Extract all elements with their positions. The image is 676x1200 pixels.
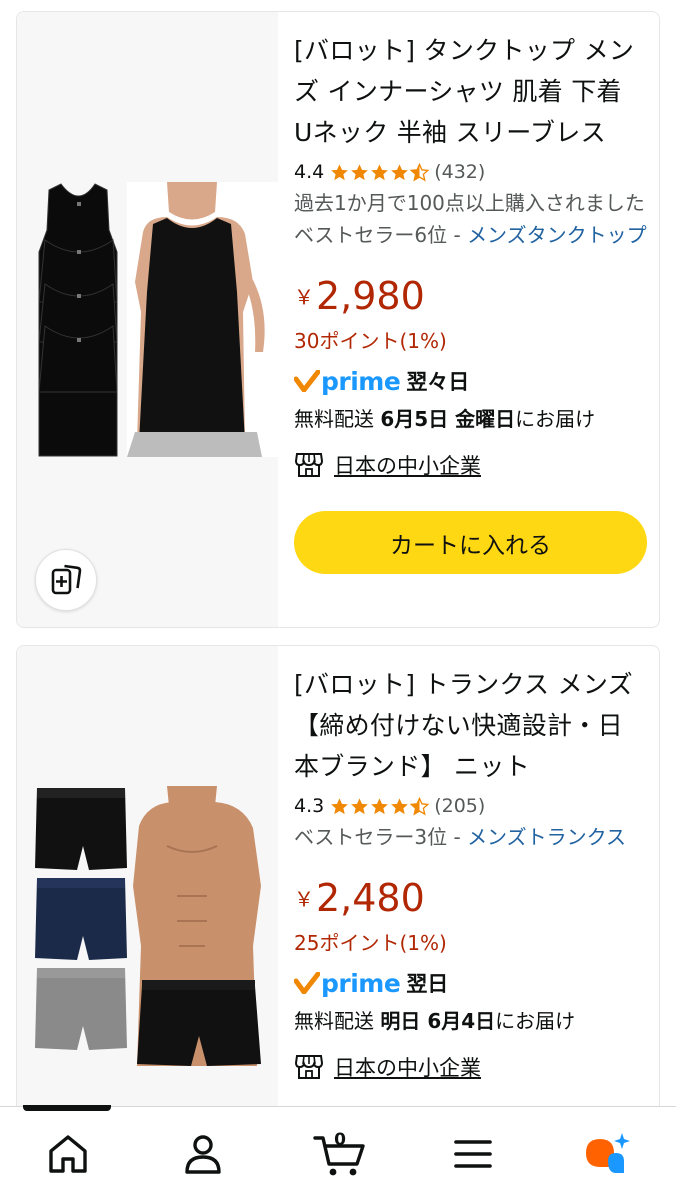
small-business-badge[interactable]: 日本の中小企業 (294, 1047, 647, 1087)
small-business-badge[interactable]: 日本の中小企業 (294, 445, 647, 485)
review-count: (205) (434, 795, 486, 817)
nav-account[interactable] (178, 1129, 228, 1179)
star-full-icon (331, 797, 349, 814)
delivery-info: 無料配送 明日 6月4日にお届け (294, 1003, 647, 1039)
price: ￥ 2,480 (294, 875, 647, 925)
product-info: [バロット] トランクス メンズ 【締め付けない快適設計・日本ブランド】 ニット… (294, 646, 647, 1087)
product-info: [バロット] タンクトップ メンズ インナーシャツ 肌着 下着 Uネック 半袖 … (294, 12, 647, 574)
delivery-date: 6月5日 金曜日 (380, 407, 516, 431)
bestseller-category-link[interactable]: メンズタンクトップ (467, 223, 647, 247)
bestseller-badge[interactable]: ベストセラー6位 - メンズタンクトップ (294, 219, 647, 251)
prime-wordmark: prime (321, 366, 401, 396)
prime-logo: prime (294, 968, 401, 998)
price: ￥ 2,980 (294, 273, 647, 323)
rating-row[interactable]: 4.3 (205) (294, 791, 647, 821)
rating-row[interactable]: 4.4 (432) (294, 157, 647, 187)
prime-check-icon (294, 972, 320, 994)
bestseller-category-link[interactable]: メンズトランクス (467, 825, 626, 849)
storefront-icon (294, 453, 324, 477)
delivery-suffix: にお届け (495, 1009, 576, 1033)
star-full-icon (391, 797, 409, 814)
bestseller-badge[interactable]: ベストセラー3位 - メンズトランクス (294, 821, 647, 853)
bestseller-rank: ベストセラー6位 - (294, 223, 468, 247)
bestseller-rank: ベストセラー3位 - (294, 825, 468, 849)
product-card[interactable]: [バロット] タンクトップ メンズ インナーシャツ 肌着 下着 Uネック 半袖 … (16, 11, 660, 628)
bought-past-month: 過去1か月で100点以上購入されました (294, 191, 645, 215)
product-title[interactable]: [バロット] トランクス メンズ 【締め付けない快適設計・日本ブランド】 ニット (294, 664, 647, 787)
prime-badge: prime 翌々日 (294, 361, 647, 401)
star-half-icon (410, 162, 430, 181)
delivery-prefix: 無料配送 (294, 1009, 381, 1033)
trunks-product-photo (35, 786, 261, 1066)
price-amount: 2,980 (316, 274, 425, 318)
price-currency: ￥ (294, 285, 314, 309)
prime-check-icon (294, 370, 320, 392)
rating-value: 4.4 (294, 161, 325, 183)
nav-rufus[interactable] (582, 1129, 632, 1179)
small-business-label[interactable]: 日本の中小企業 (334, 1052, 481, 1082)
product-card[interactable]: [バロット] トランクス メンズ 【締め付けない快適設計・日本ブランド】 ニット… (16, 645, 660, 1115)
nav-cart[interactable]: 0 (313, 1129, 367, 1179)
review-count: (432) (434, 161, 486, 183)
nav-menu[interactable] (448, 1129, 498, 1179)
delivery-info: 無料配送 6月5日 金曜日にお届け (294, 401, 647, 437)
storefront-icon (294, 1055, 324, 1079)
active-tab-indicator (23, 1105, 111, 1111)
star-half-icon (410, 796, 430, 815)
prime-delivery-speed: 翌々日 (406, 370, 470, 394)
price-amount: 2,480 (316, 876, 425, 920)
compare-button[interactable] (35, 549, 97, 611)
star-full-icon (371, 797, 389, 814)
star-full-icon (351, 797, 369, 814)
price-currency: ￥ (294, 887, 314, 911)
home-icon (49, 1135, 87, 1173)
add-to-cart-button[interactable]: カートに入れる (294, 511, 647, 574)
product-image[interactable] (17, 646, 278, 1114)
product-title[interactable]: [バロット] タンクトップ メンズ インナーシャツ 肌着 下着 Uネック 半袖 … (294, 30, 647, 153)
delivery-suffix: にお届け (515, 407, 596, 431)
star-rating (330, 796, 430, 816)
prime-badge: prime 翌日 (294, 963, 647, 1003)
delivery-prefix: 無料配送 (294, 407, 381, 431)
nav-home[interactable] (43, 1129, 93, 1179)
star-full-icon (371, 163, 389, 180)
product-image[interactable] (17, 12, 278, 627)
prime-logo: prime (294, 366, 401, 396)
small-business-label[interactable]: 日本の中小企業 (334, 450, 481, 480)
points: 25ポイント(1%) (294, 931, 447, 955)
menu-icon (454, 1140, 492, 1168)
bottom-navigation: 0 (0, 1105, 676, 1200)
prime-wordmark: prime (321, 968, 401, 998)
rating-value: 4.3 (294, 795, 325, 817)
points: 30ポイント(1%) (294, 329, 447, 353)
star-full-icon (351, 163, 369, 180)
account-icon (185, 1135, 221, 1174)
delivery-date: 明日 6月4日 (380, 1009, 496, 1033)
star-rating (330, 162, 430, 182)
prime-delivery-speed: 翌日 (406, 972, 449, 996)
add-to-compare-icon (51, 564, 82, 595)
star-full-icon (391, 163, 409, 180)
cart-count: 0 (334, 1130, 346, 1150)
star-full-icon (331, 163, 349, 180)
rufus-ai-icon (586, 1133, 630, 1173)
tank-top-product-photo (38, 182, 278, 457)
